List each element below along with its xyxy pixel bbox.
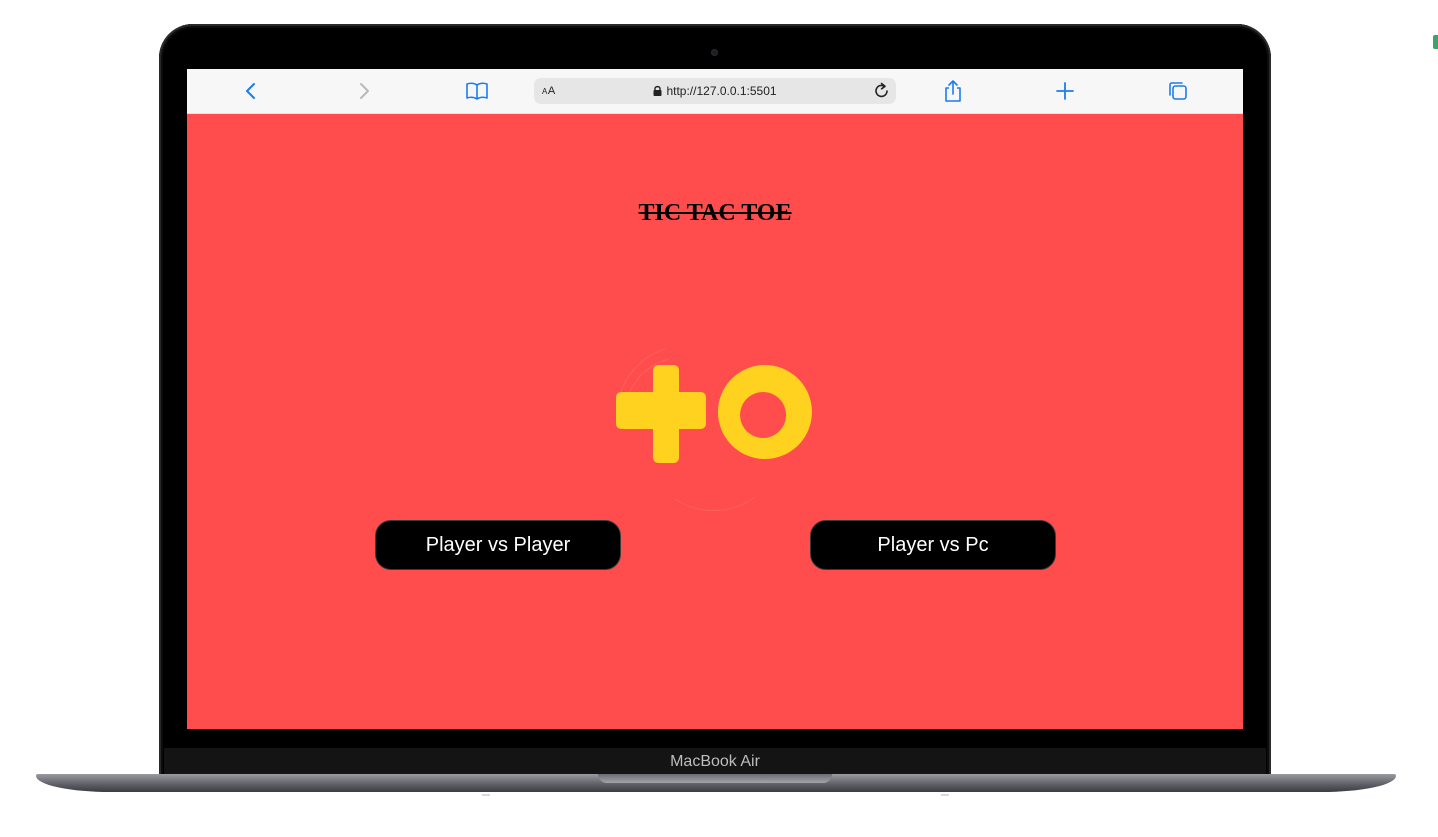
lock-icon — [653, 85, 662, 99]
share-icon[interactable] — [940, 79, 966, 103]
reload-icon[interactable] — [872, 81, 892, 101]
laptop-opening-notch — [598, 774, 832, 783]
browser-screen: AA http://127.0.0.1:5501 TIC TAC TOE Pla… — [187, 69, 1243, 729]
edge-marker — [1433, 35, 1438, 49]
url-text: http://127.0.0.1:5501 — [666, 84, 777, 98]
plus-and-ring-logo — [616, 348, 812, 512]
camera — [711, 49, 718, 56]
player-vs-pc-button[interactable]: Player vs Pc — [810, 520, 1056, 570]
device-label: MacBook Air — [670, 753, 760, 770]
forward-icon[interactable] — [351, 79, 377, 103]
address-bar[interactable]: AA http://127.0.0.1:5501 — [534, 78, 896, 104]
url-display[interactable]: http://127.0.0.1:5501 — [534, 84, 896, 99]
page-title: TIC TAC TOE — [638, 200, 792, 226]
player-vs-player-button[interactable]: Player vs Player — [375, 520, 621, 570]
laptop-foot — [482, 794, 490, 796]
bookmarks-icon[interactable] — [464, 79, 490, 103]
tabs-icon[interactable] — [1165, 79, 1191, 103]
laptop-foot — [941, 794, 949, 796]
new-tab-icon[interactable] — [1052, 79, 1078, 103]
browser-toolbar: AA http://127.0.0.1:5501 — [187, 69, 1243, 114]
back-icon[interactable] — [238, 79, 264, 103]
